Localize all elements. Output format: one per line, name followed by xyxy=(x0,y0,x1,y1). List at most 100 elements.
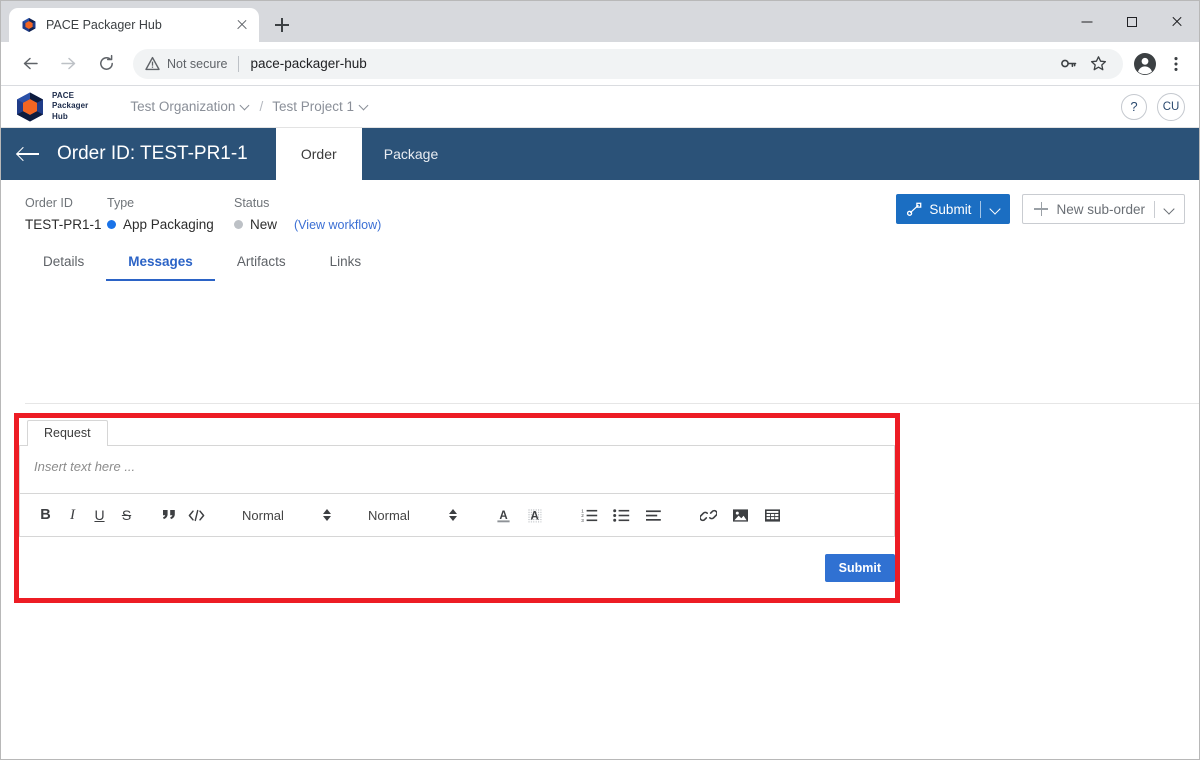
new-suborder-button[interactable]: New sub-order xyxy=(1022,194,1185,224)
meta-value-row: New (View workflow) xyxy=(234,217,381,232)
blockquote-icon[interactable] xyxy=(156,502,183,529)
bullet-list-icon[interactable] xyxy=(608,502,635,529)
warning-triangle-icon xyxy=(145,56,160,71)
browser-toolbar: Not secure pace-packager-hub xyxy=(1,42,1199,86)
submit-button[interactable]: Submit xyxy=(896,194,1011,224)
chevron-down-icon[interactable] xyxy=(990,206,1000,212)
font-select[interactable]: Normal xyxy=(242,507,332,523)
app-header: PACE Packager Hub Test Organization / Te… xyxy=(1,86,1199,128)
editor-toolbar: B I U S Normal Normal A A 1 2 3 xyxy=(20,494,894,536)
subtab-links[interactable]: Links xyxy=(308,254,384,280)
omnibox-actions xyxy=(1051,51,1111,77)
subtab-details-label: Details xyxy=(43,254,85,269)
chevron-updown-icon xyxy=(448,507,458,523)
order-actions: Submit New sub-order xyxy=(896,194,1185,224)
meta-field-status: Status New (View workflow) xyxy=(234,196,381,232)
avatar[interactable]: CU xyxy=(1157,92,1185,121)
three-dot-menu-icon[interactable] xyxy=(1163,51,1189,77)
help-label: ? xyxy=(1130,99,1138,114)
maximize-icon[interactable] xyxy=(1109,6,1154,38)
size-select[interactable]: Normal xyxy=(368,507,458,523)
tab-order[interactable]: Order xyxy=(275,128,362,180)
page-title: Order ID: TEST-PR1-1 xyxy=(57,143,248,164)
tab-package[interactable]: Package xyxy=(362,128,460,180)
new-suborder-button-label: New sub-order xyxy=(1056,201,1145,217)
minimize-icon[interactable] xyxy=(1064,6,1109,38)
code-block-icon[interactable] xyxy=(183,502,210,529)
key-icon[interactable] xyxy=(1055,51,1081,77)
pace-cube-logo xyxy=(15,91,45,123)
message-input[interactable]: Insert text here ... xyxy=(20,446,894,494)
back-button[interactable] xyxy=(15,49,45,79)
image-icon[interactable] xyxy=(727,502,754,529)
meta-field-order-id: Order ID TEST-PR1-1 xyxy=(25,196,107,232)
editor-tabs-rule xyxy=(19,445,895,446)
forward-button[interactable] xyxy=(53,49,83,79)
editor-tab-request-label: Request xyxy=(44,426,91,440)
strikethrough-icon[interactable]: S xyxy=(113,502,140,529)
status-dot-icon xyxy=(234,220,243,229)
table-icon[interactable] xyxy=(759,502,786,529)
breadcrumb-organization-label: Test Organization xyxy=(130,99,236,114)
breadcrumb-project[interactable]: Test Project 1 xyxy=(272,99,369,114)
meta-value: TEST-PR1-1 xyxy=(25,217,102,232)
reload-button[interactable] xyxy=(91,49,121,79)
italic-icon[interactable]: I xyxy=(59,502,86,529)
editor-tab-request[interactable]: Request xyxy=(27,420,108,446)
ordered-list-icon[interactable]: 1 2 3 xyxy=(576,502,603,529)
breadcrumb-separator: / xyxy=(259,99,264,114)
url-text: pace-packager-hub xyxy=(250,56,367,71)
tab-package-label: Package xyxy=(383,146,439,162)
browser-tabstrip: PACE Packager Hub xyxy=(1,1,1199,42)
breadcrumb-organization[interactable]: Test Organization xyxy=(130,99,250,114)
security-status-label: Not secure xyxy=(167,56,228,71)
subtab-messages[interactable]: Messages xyxy=(106,254,215,281)
background-color-icon[interactable]: A xyxy=(521,502,548,529)
align-icon[interactable] xyxy=(640,502,667,529)
subtab-artifacts[interactable]: Artifacts xyxy=(215,254,308,280)
browser-tab-title: PACE Packager Hub xyxy=(46,18,162,32)
meta-label: Type xyxy=(107,196,135,210)
close-icon[interactable] xyxy=(233,16,251,34)
view-workflow-link[interactable]: (View workflow) xyxy=(294,218,381,232)
text-color-icon[interactable]: A xyxy=(490,502,517,529)
application-content: PACE Packager Hub Test Organization / Te… xyxy=(1,86,1199,603)
meta-field-type: Type App Packaging xyxy=(107,196,234,232)
help-icon[interactable]: ? xyxy=(1121,93,1147,120)
chevron-down-icon xyxy=(241,102,250,111)
chevron-updown-icon xyxy=(322,507,332,523)
logo-wordmark: PACE Packager Hub xyxy=(52,91,88,121)
workflow-branch-icon xyxy=(907,202,922,216)
meta-value-row: App Packaging xyxy=(107,217,234,232)
browser-tab[interactable]: PACE Packager Hub xyxy=(9,8,259,42)
chevron-down-icon[interactable] xyxy=(1164,206,1174,212)
app-logo[interactable]: PACE Packager Hub xyxy=(15,91,88,123)
logo-line-1: PACE xyxy=(52,91,75,101)
editor-tabs: Request xyxy=(19,418,895,446)
subtab-details[interactable]: Details xyxy=(25,254,106,280)
profile-avatar-icon[interactable] xyxy=(1131,50,1159,78)
underline-glyph: U xyxy=(94,507,105,523)
underline-icon[interactable]: U xyxy=(86,502,113,529)
svg-text:A: A xyxy=(531,510,539,522)
back-arrow-icon[interactable] xyxy=(1,128,57,180)
meta-label: Status xyxy=(234,196,270,210)
font-select-value: Normal xyxy=(242,507,284,523)
breadcrumb: Test Organization / Test Project 1 xyxy=(130,99,369,114)
header-actions: ? CU xyxy=(1121,92,1185,121)
svg-text:A: A xyxy=(499,509,507,521)
plus-icon xyxy=(1034,202,1049,216)
window-controls xyxy=(1064,1,1199,42)
bold-icon[interactable]: B xyxy=(32,502,59,529)
new-tab-icon[interactable] xyxy=(268,11,296,39)
link-icon[interactable] xyxy=(695,502,722,529)
editor-submit-button[interactable]: Submit xyxy=(824,554,895,582)
browser-window: PACE Packager Hub Not secure pace-packag… xyxy=(0,0,1200,760)
message-editor-panel: Request Insert text here ... B I U S Nor… xyxy=(19,418,895,598)
button-divider xyxy=(1154,200,1155,218)
window-close-icon[interactable] xyxy=(1154,6,1199,38)
order-tabs: Order Package xyxy=(275,128,460,180)
address-bar[interactable]: Not secure pace-packager-hub xyxy=(133,48,1123,79)
subtab-links-label: Links xyxy=(329,254,362,269)
star-icon[interactable] xyxy=(1085,51,1111,77)
